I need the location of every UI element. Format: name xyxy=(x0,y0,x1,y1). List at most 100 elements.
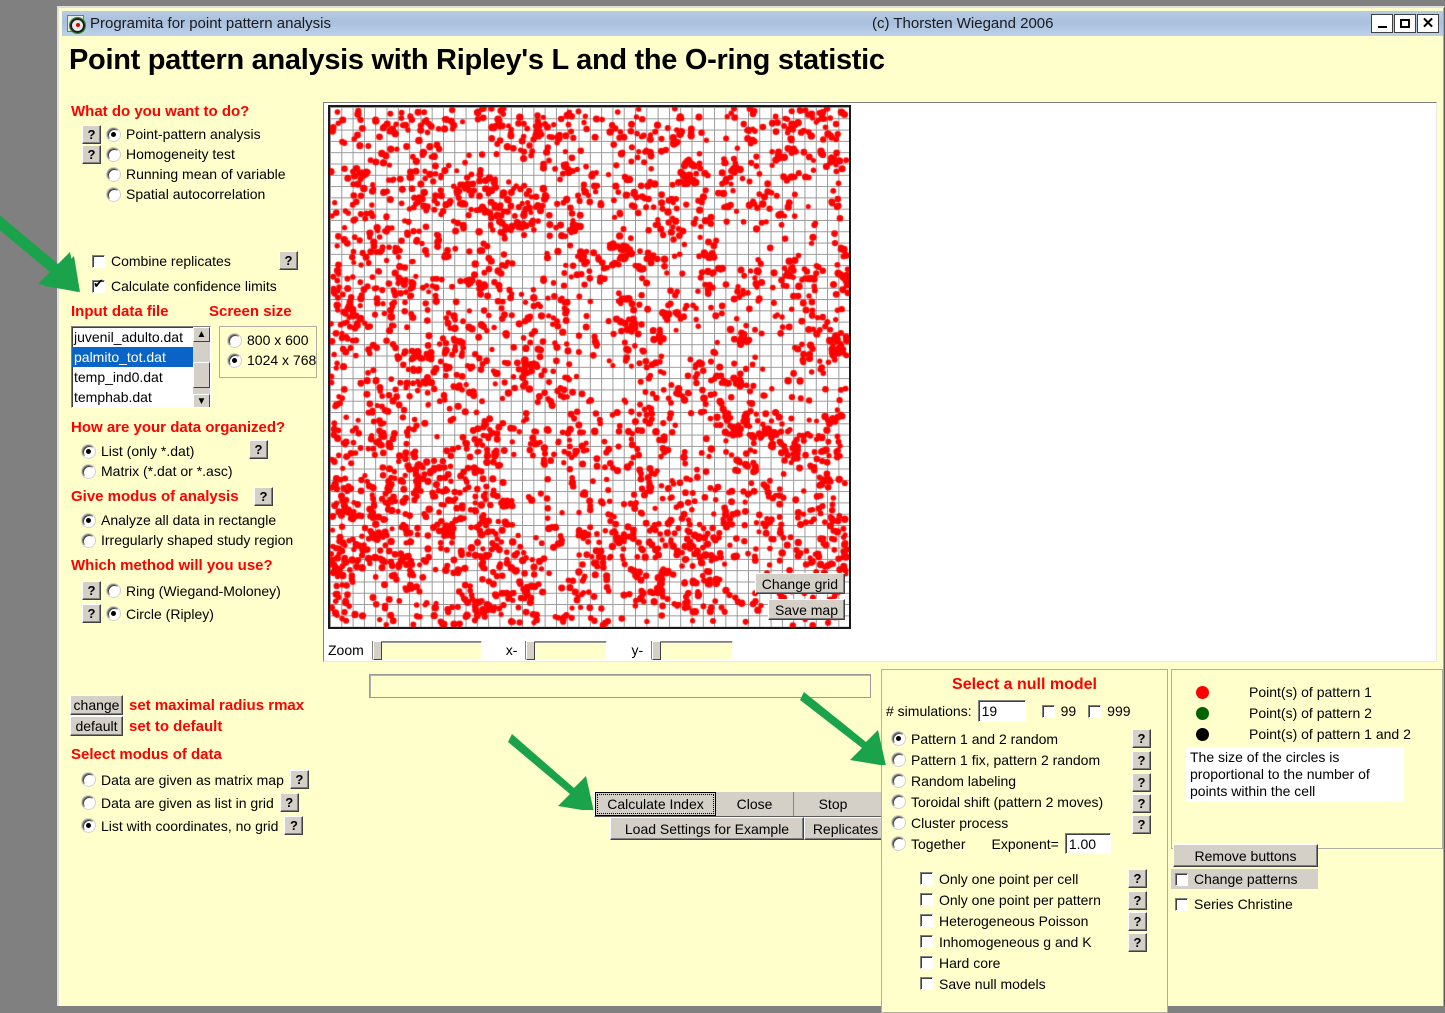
help-button-pattern1-fix[interactable]: ? xyxy=(1132,751,1151,770)
radio-together[interactable] xyxy=(892,837,905,850)
help-button-inhomogeneous-gk[interactable]: ? xyxy=(1128,933,1147,952)
x-slider-knob[interactable] xyxy=(526,641,535,660)
option-ring-method[interactable]: ? Ring (Wiegand-Moloney) xyxy=(82,579,281,602)
close-button[interactable]: ✕ xyxy=(1417,14,1439,33)
checkbox-series-christine[interactable]: Series Christine xyxy=(1171,894,1297,914)
radio-800x600[interactable] xyxy=(228,334,241,347)
minimize-button[interactable] xyxy=(1371,14,1393,33)
help-button-replicates[interactable]: ? xyxy=(279,251,298,270)
help-button-one-point-per-pattern[interactable]: ? xyxy=(1128,891,1147,910)
list-item[interactable]: temp_ind0.dat xyxy=(72,367,210,387)
x-slider[interactable] xyxy=(525,641,607,660)
radio-irregular-region[interactable] xyxy=(82,534,95,547)
zoom-slider-knob[interactable] xyxy=(373,641,382,660)
option-pattern1-fix[interactable]: Pattern 1 fix, pattern 2 random xyxy=(892,749,1167,770)
calculate-confidence-limits-checkbox[interactable] xyxy=(92,280,105,293)
list-item[interactable]: temphab.dat xyxy=(72,387,210,407)
checkbox-change-patterns[interactable]: Change patterns xyxy=(1171,869,1318,889)
help-button-homogeneity[interactable]: ? xyxy=(82,145,101,164)
radio-random-labeling[interactable] xyxy=(892,774,905,787)
help-button-list-no-grid[interactable]: ? xyxy=(284,816,303,835)
radio-circle-method[interactable] xyxy=(107,607,120,620)
option-point-pattern-analysis[interactable]: ? Point-pattern analysis xyxy=(82,124,286,144)
help-button-heterogeneous-poisson[interactable]: ? xyxy=(1128,912,1147,931)
maximize-button[interactable] xyxy=(1394,14,1416,33)
radio-homogeneity[interactable] xyxy=(107,148,120,161)
save-map-button[interactable]: Save map xyxy=(768,599,845,620)
zoom-slider[interactable] xyxy=(372,641,482,660)
inhomogeneous-gk-checkbox[interactable] xyxy=(920,935,933,948)
radio-running-mean[interactable] xyxy=(107,168,120,181)
help-button-matrix-map[interactable]: ? xyxy=(290,770,309,789)
y-slider-knob[interactable] xyxy=(652,641,661,660)
radio-toroidal-shift[interactable] xyxy=(892,795,905,808)
close-button-main[interactable]: Close xyxy=(716,792,794,816)
listbox-scrollbar[interactable]: ▲ ▼ xyxy=(193,327,210,408)
sim99-checkbox[interactable] xyxy=(1042,705,1055,718)
calculate-index-button[interactable]: Calculate Index xyxy=(595,792,716,816)
radio-1024x768[interactable] xyxy=(228,354,241,367)
radio-ring-method[interactable] xyxy=(107,584,120,597)
heterogeneous-poisson-checkbox[interactable] xyxy=(920,914,933,927)
radio-list-dat[interactable] xyxy=(82,445,95,458)
change-patterns-checkbox[interactable] xyxy=(1175,873,1188,886)
option-800x600[interactable]: 800 x 600 xyxy=(228,332,316,348)
hard-core-checkbox[interactable] xyxy=(920,956,933,969)
option-circle-method[interactable]: ? Circle (Ripley) xyxy=(82,602,281,625)
radio-list-in-grid[interactable] xyxy=(82,796,95,809)
series-christine-checkbox[interactable] xyxy=(1175,898,1188,911)
help-button-toroidal-shift[interactable]: ? xyxy=(1132,794,1151,813)
option-toroidal-shift[interactable]: Toroidal shift (pattern 2 moves) xyxy=(892,791,1167,812)
radio-analyze-rectangle[interactable] xyxy=(82,514,95,527)
one-point-per-pattern-checkbox[interactable] xyxy=(920,893,933,906)
change-rmax-button[interactable]: change xyxy=(70,695,123,715)
checkbox-save-null-models[interactable]: Save null models xyxy=(920,973,1167,994)
option-1024x768[interactable]: 1024 x 768 xyxy=(228,352,316,368)
stop-button[interactable]: Stop xyxy=(794,792,872,816)
formula-input[interactable] xyxy=(369,674,871,698)
point-pattern-map[interactable]: Change grid Save map xyxy=(328,105,851,629)
help-button-point-pattern[interactable]: ? xyxy=(82,125,101,144)
replicates-button[interactable]: Replicates xyxy=(804,817,887,840)
checkbox-hard-core[interactable]: Hard core xyxy=(920,952,1167,973)
option-running-mean[interactable]: Running mean of variable xyxy=(82,164,286,184)
option-cluster-process[interactable]: Cluster process xyxy=(892,812,1167,833)
save-null-models-checkbox[interactable] xyxy=(920,977,933,990)
one-point-per-cell-checkbox[interactable] xyxy=(920,872,933,885)
scroll-thumb[interactable] xyxy=(193,362,210,388)
help-button-pattern12-random[interactable]: ? xyxy=(1132,729,1151,748)
sim999-checkbox[interactable] xyxy=(1088,705,1101,718)
option-homogeneity-test[interactable]: ? Homogeneity test xyxy=(82,144,286,164)
help-button-ring[interactable]: ? xyxy=(82,581,101,600)
option-random-labeling[interactable]: Random labeling xyxy=(892,770,1167,791)
radio-cluster-process[interactable] xyxy=(892,816,905,829)
change-grid-button[interactable]: Change grid xyxy=(755,573,845,594)
input-file-listbox[interactable]: juvenil_adulto.dat palmito_tot.dat temp_… xyxy=(71,326,211,408)
radio-list-no-grid[interactable] xyxy=(82,819,95,832)
option-list-no-grid[interactable]: List with coordinates, no grid ? xyxy=(82,814,309,837)
option-list-in-grid[interactable]: Data are given as list in grid ? xyxy=(82,791,309,814)
simulations-input[interactable]: 19 xyxy=(978,700,1026,722)
checkbox-calculate-confidence-limits[interactable]: Calculate confidence limits xyxy=(92,278,277,294)
y-slider[interactable] xyxy=(651,641,733,660)
list-item[interactable]: palmito_tot.dat xyxy=(72,347,210,367)
radio-matrix-dat[interactable] xyxy=(82,465,95,478)
option-pattern12-random[interactable]: Pattern 1 and 2 random xyxy=(892,728,1167,749)
list-item[interactable]: juvenil_adulto.dat xyxy=(72,327,210,347)
help-button-modus-analysis[interactable]: ? xyxy=(254,487,273,506)
default-rmax-button[interactable]: default xyxy=(70,716,123,736)
radio-matrix-map[interactable] xyxy=(82,773,95,786)
scroll-up-icon[interactable]: ▲ xyxy=(193,327,210,342)
checkbox-combine-replicates[interactable]: Combine replicates xyxy=(92,253,231,269)
option-together[interactable]: Together Exponent= 1.00 xyxy=(892,833,1167,854)
option-irregular-region[interactable]: Irregularly shaped study region xyxy=(82,530,293,550)
combine-replicates-checkbox[interactable] xyxy=(92,255,105,268)
option-analyze-rectangle[interactable]: Analyze all data in rectangle xyxy=(82,510,293,530)
radio-point-pattern[interactable] xyxy=(107,128,120,141)
help-button-cluster-process[interactable]: ? xyxy=(1132,815,1151,834)
load-settings-button[interactable]: Load Settings for Example xyxy=(610,817,804,840)
help-button-circle[interactable]: ? xyxy=(82,604,101,623)
help-button-list-in-grid[interactable]: ? xyxy=(280,793,299,812)
radio-pattern12-random[interactable] xyxy=(892,732,905,745)
scroll-down-icon[interactable]: ▼ xyxy=(193,394,210,408)
